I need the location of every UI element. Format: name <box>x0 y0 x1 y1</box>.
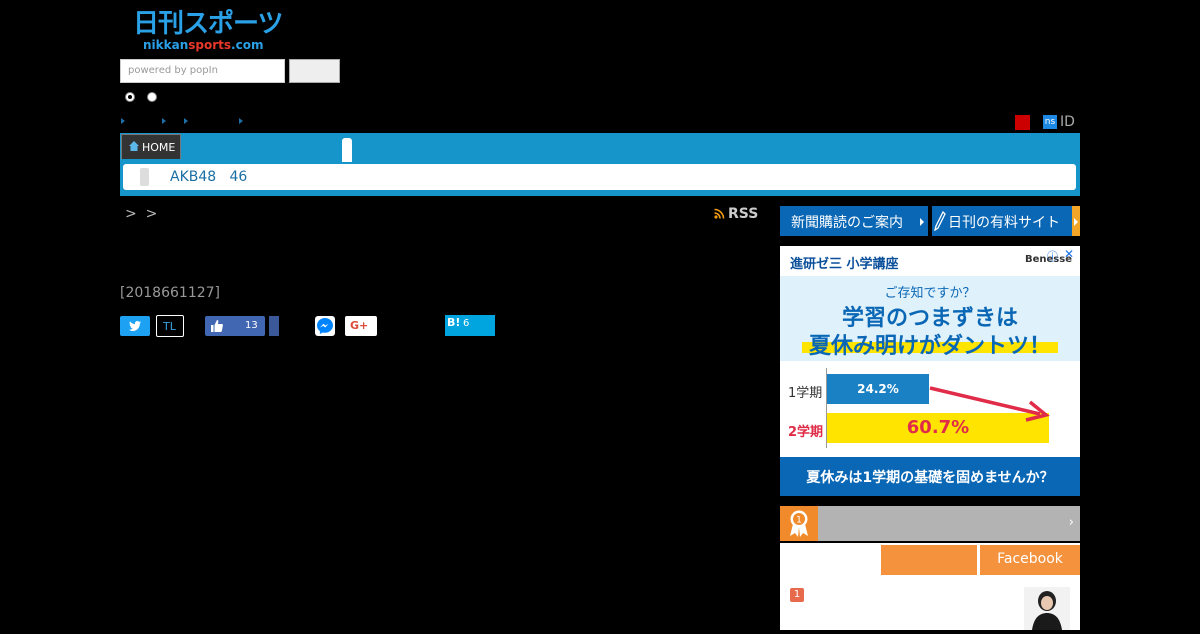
ad-info-icon[interactable]: ⓘ <box>1047 248 1058 264</box>
nav-tab-home[interactable]: HOME <box>121 134 181 159</box>
medal-number: 1 <box>796 516 802 526</box>
nav-active-tab[interactable] <box>342 138 352 162</box>
logo-en-part1: nikkan <box>143 38 189 52</box>
search-input[interactable]: powered by popIn <box>120 59 285 83</box>
messenger-icon <box>317 318 333 334</box>
ad-header: 進研ゼ三 小学講座 Benesse ⓘ ✕ <box>780 246 1080 276</box>
ranking-tab[interactable] <box>881 545 977 575</box>
facebook-like-button[interactable]: 13 <box>205 316 265 336</box>
article-date: [2018661127] <box>120 285 220 301</box>
twitter-bird-icon <box>129 321 141 331</box>
tl-label: TL <box>163 320 176 333</box>
util-link-arrow-icon[interactable] <box>184 118 188 124</box>
ad-chart-label-1: 1学期 <box>788 386 823 401</box>
hatena-bookmark-button[interactable]: B! 6 <box>445 315 495 336</box>
rank-number-badge: 1 <box>790 588 804 602</box>
medal-graphic: 1 <box>790 510 808 537</box>
paid-site-label: 日刊の有料サイト <box>948 215 1060 231</box>
paid-site-edge <box>1072 206 1080 236</box>
nav-home-label: HOME <box>142 141 176 154</box>
tab-facebook-label: Facebook <box>997 551 1063 567</box>
ad-brand: 進研ゼ三 小学講座 <box>790 257 899 272</box>
home-icon <box>129 141 139 151</box>
util-link-arrow-icon[interactable] <box>162 118 166 124</box>
site-logo[interactable]: 日刊スポーツ nikkansports.com <box>133 10 287 56</box>
ad-footer-text: 夏休みは1学期の基礎を固めませんか？ <box>806 470 1054 486</box>
subscribe-label: 新聞購読のご案内 <box>791 215 903 231</box>
search-scope-radio-web[interactable] <box>147 92 157 102</box>
ad-question: ご存知ですか？ <box>884 286 976 301</box>
util-link-arrow-icon[interactable] <box>121 118 125 124</box>
util-link-arrow-icon[interactable] <box>239 118 243 124</box>
ns-badge-icon[interactable]: ns <box>1043 115 1057 129</box>
messenger-button[interactable] <box>315 316 335 336</box>
chevron-right-icon: › <box>1068 515 1074 530</box>
subnav-marker <box>140 168 149 186</box>
thumbs-up-icon <box>211 320 223 332</box>
subnav-link[interactable]: AKB48 46 <box>170 169 247 185</box>
red-square-icon[interactable] <box>1015 115 1030 130</box>
logo-en-part3: .com <box>231 38 264 52</box>
logo-en-part2: sports <box>188 38 232 52</box>
arrow-icon <box>929 386 1050 422</box>
rss-link[interactable]: RSS <box>714 206 758 222</box>
id-login-link[interactable]: ID <box>1060 114 1075 130</box>
chevron-right-icon <box>1074 218 1078 226</box>
ad-chart-value-1: 24.2% <box>857 382 899 396</box>
newspaper-subscribe-button[interactable]: 新聞購読のご案内 <box>780 206 928 236</box>
person-photo-icon <box>1024 587 1070 630</box>
facebook-like-count: 13 <box>245 320 258 331</box>
hatena-label: B! <box>447 316 461 329</box>
rss-icon <box>714 208 725 219</box>
benesse-ad[interactable]: 進研ゼ三 小学講座 Benesse ⓘ ✕ ご存知ですか？ 学習のつまずきは 夏… <box>780 246 1080 496</box>
facebook-share-button[interactable] <box>269 316 279 336</box>
logo-en-text: nikkansports.com <box>143 38 287 52</box>
timeline-button[interactable]: TL <box>156 315 184 337</box>
logo-jp-text: 日刊スポーツ <box>133 9 283 39</box>
breadcrumb: > > <box>125 206 158 222</box>
search-scope-radio-site[interactable] <box>125 92 135 102</box>
sub-nav: AKB48 46 <box>123 164 1076 190</box>
chevron-right-icon <box>920 218 924 226</box>
search-placeholder: powered by popIn <box>128 65 218 76</box>
rss-label: RSS <box>728 206 759 222</box>
ad-chart-label-2: 2学期 <box>788 425 824 440</box>
gplus-label: G+ <box>350 319 369 332</box>
medal-icon: 1 <box>780 506 818 541</box>
paid-site-button[interactable]: 日刊の有料サイト <box>932 206 1080 236</box>
search-button[interactable] <box>289 59 340 83</box>
ranking-thumbnail[interactable] <box>1024 587 1070 630</box>
tab-facebook[interactable]: Facebook <box>980 545 1080 575</box>
ad-footer: 夏休みは1学期の基礎を固めませんか？ <box>780 457 1080 496</box>
ad-headline-2: 夏休み明けがダントツ！ <box>808 334 1051 359</box>
twitter-share-button[interactable] <box>120 316 150 336</box>
ranking-header[interactable]: 1 › <box>780 506 1080 541</box>
pen-icon <box>934 211 946 231</box>
ranking-box: Facebook 1 <box>780 543 1080 630</box>
ad-chart-bar-1: 24.2% <box>827 374 929 404</box>
ad-close-icon[interactable]: ✕ <box>1064 247 1074 261</box>
google-plus-button[interactable]: G+ <box>345 316 377 336</box>
hatena-count: 6 <box>463 318 470 329</box>
ad-headline-2-wrap: 夏休み明けがダントツ！ <box>800 328 1060 359</box>
